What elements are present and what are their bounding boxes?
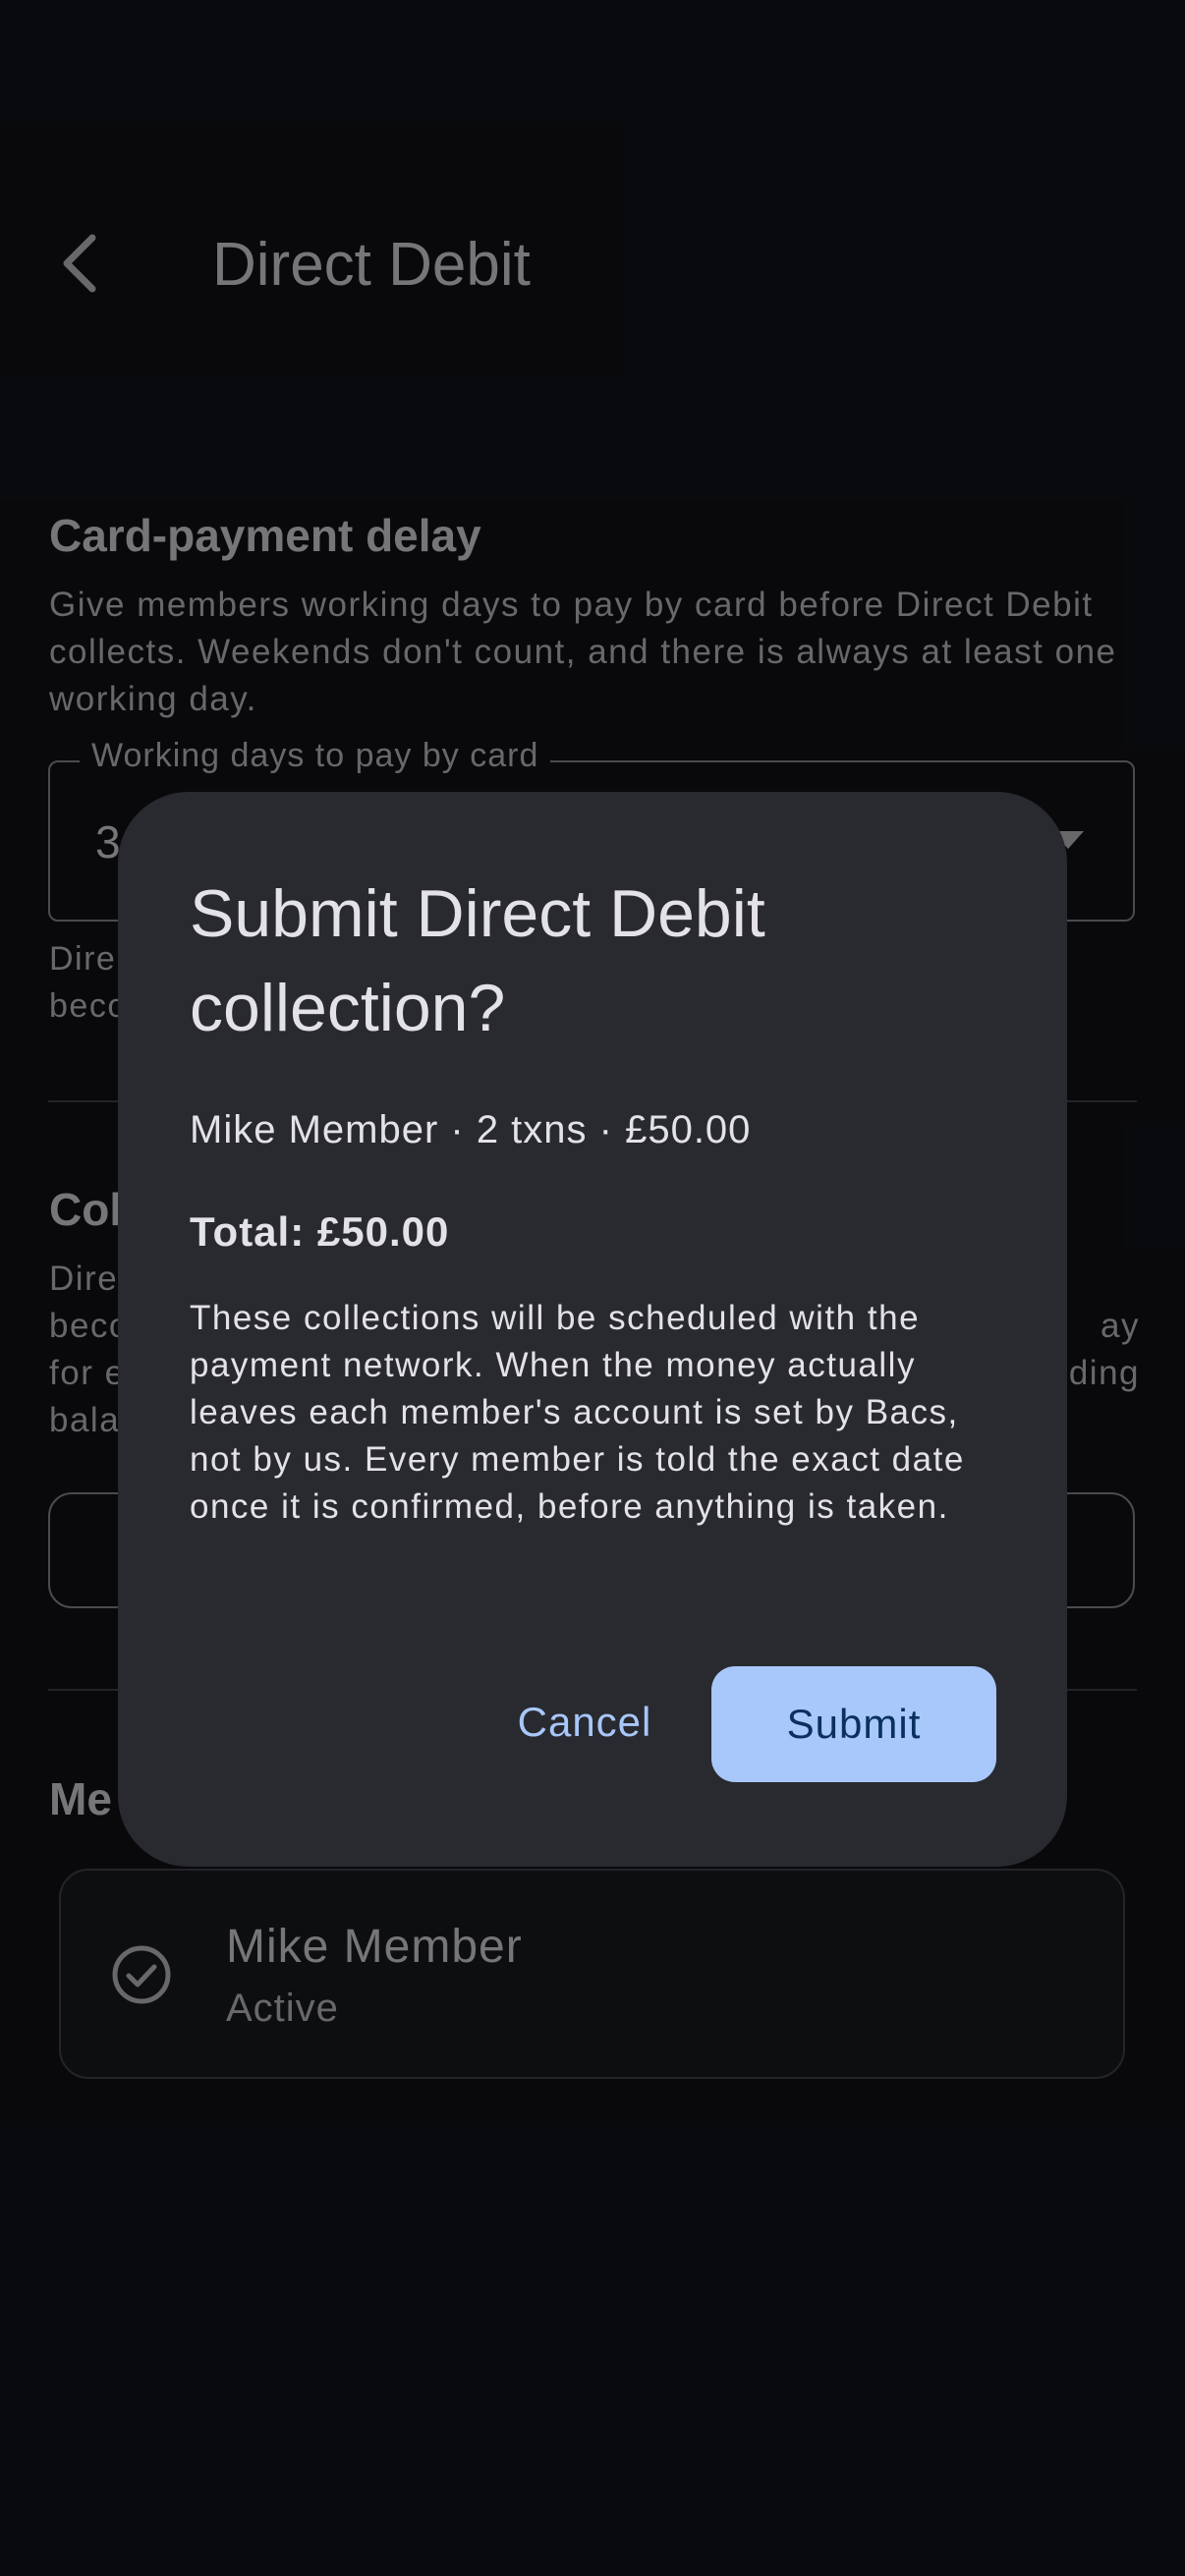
dialog-total: Total: £50.00 [190,1208,450,1255]
submit-button[interactable]: Submit [711,1666,996,1782]
dialog-title: Submit Direct Debit collection? [190,876,765,1045]
dialog-summary: Mike Member · 2 txns · £50.00 [190,1108,752,1151]
cancel-button[interactable]: Cancel [496,1664,673,1780]
dialog-body: These collections will be scheduled with… [190,1299,965,1526]
submit-collection-dialog: Submit Direct Debit collection? Mike Mem… [118,792,1067,1867]
